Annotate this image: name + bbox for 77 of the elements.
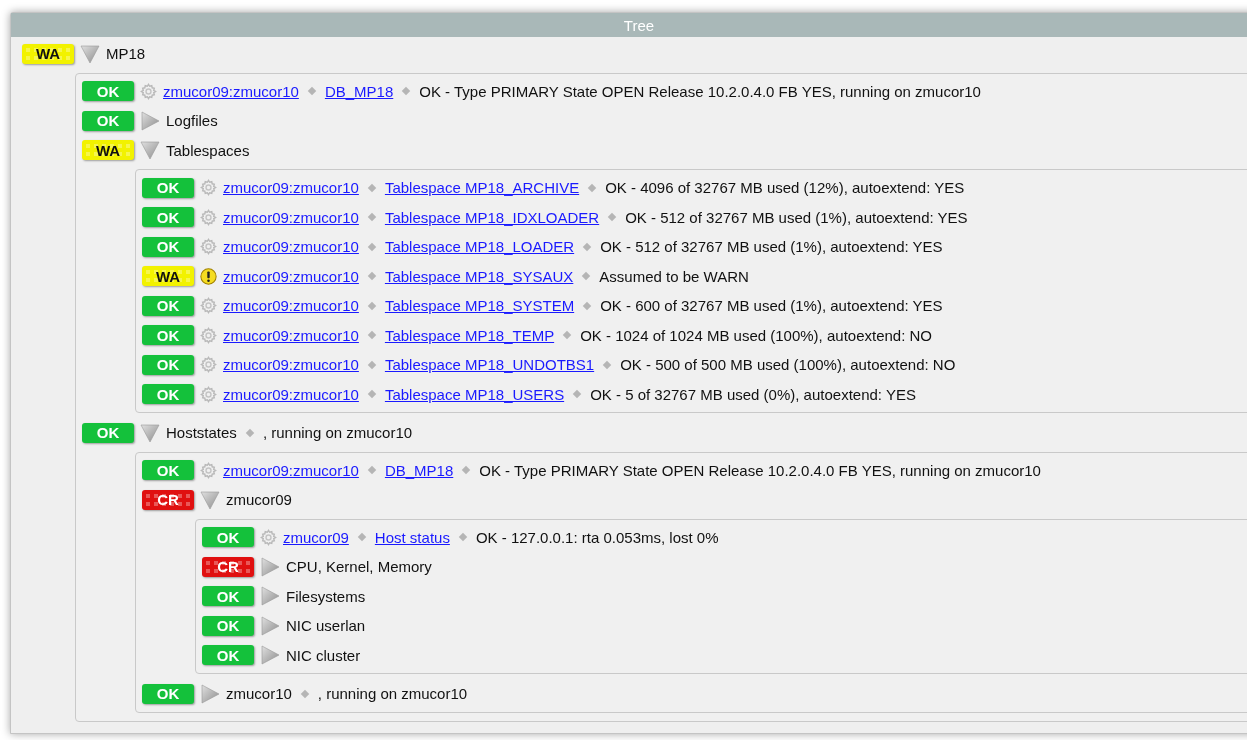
service-output: OK - 512 of 32767 MB used (1%), autoextend: YES [625,208,968,226]
service-output: OK - Type PRIMARY State OPEN Release 10.2.0.4.0 FB YES, running on zmucor10 [419,82,981,100]
group-name[interactable]: Logfiles [166,112,218,130]
service-output: OK - 4096 of 32767 MB used (12%), autoextend: YES [605,179,965,197]
service-output: OK - 1024 of 1024 MB used (100%), autoextend: NO [580,326,932,344]
group-name[interactable]: Tablespaces [166,141,250,159]
status-badge: OK [142,295,194,316]
group-name[interactable]: zmucor10 [226,685,292,703]
service-link[interactable]: Tablespace MP18_UNDOTBS1 [384,356,595,374]
service-output: OK - 5 of 32767 MB used (0%), autoextend: YES [590,385,916,403]
status-badge: OK [202,615,254,636]
triangle-down-icon[interactable] [200,489,220,510]
host-link[interactable]: zmucor09:zmucor10 [223,179,359,197]
group-output: , running on zmucor10 [262,424,413,442]
triangle-right-icon[interactable] [140,110,160,131]
triangle-down-icon[interactable] [140,422,160,443]
group-name[interactable]: MP18 [106,45,146,63]
status-badge: WA [142,266,194,287]
group-name[interactable]: Hoststates [166,424,237,442]
host-link[interactable]: zmucor09:zmucor10 [223,267,359,285]
status-badge: WA [82,140,134,161]
status-badge: OK [82,81,134,102]
service-output: OK - Type PRIMARY State OPEN Release 10.2.0.4.0 FB YES, running on zmucor10 [479,461,1041,479]
service-output: OK - 600 of 32767 MB used (1%), autoextend: YES [600,297,943,315]
status-badge: OK [142,460,194,481]
service-output: OK - 127.0.0.1: rta 0.053ms, lost 0% [475,528,719,546]
service-link[interactable]: Tablespace MP18_SYSAUX [384,267,574,285]
triangle-right-icon[interactable] [260,645,280,666]
triangle-down-icon[interactable] [140,140,160,161]
status-badge: OK [142,177,194,198]
service-link[interactable]: Tablespace MP18_TEMP [384,326,555,344]
group-output: , running on zmucor10 [317,685,468,703]
host-link[interactable]: zmucor09:zmucor10 [223,238,359,256]
service-link[interactable]: Tablespace MP18_ARCHIVE [384,179,580,197]
service-link[interactable]: DB_MP18 [324,82,394,100]
status-badge: OK [202,586,254,607]
status-badge: CR [202,556,254,577]
service-link[interactable]: Tablespace MP18_LOADER [384,238,575,256]
host-link[interactable]: zmucor09:zmucor10 [223,356,359,374]
triangle-down-icon[interactable] [80,43,100,64]
triangle-right-icon[interactable] [200,683,220,704]
group-name[interactable]: CPU, Kernel, Memory [286,558,432,576]
host-link[interactable]: zmucor09:zmucor10 [223,326,359,344]
group-name[interactable]: NIC userlan [286,617,366,635]
service-link[interactable]: DB_MP18 [384,461,454,479]
status-badge: OK [142,325,194,346]
service-link[interactable]: Tablespace MP18_IDXLOADER [384,208,600,226]
status-badge: OK [82,110,134,131]
group-name[interactable]: zmucor09 [226,491,292,509]
group-name[interactable]: Filesystems [286,587,366,605]
host-link[interactable]: zmucor09:zmucor10 [223,461,359,479]
window-title: Tree [11,13,1247,37]
status-badge: OK [142,207,194,228]
service-output: Assumed to be WARN [599,267,749,285]
triangle-right-icon[interactable] [260,556,280,577]
triangle-right-icon[interactable] [260,586,280,607]
service-link[interactable]: Host status [374,528,450,546]
host-link[interactable]: zmucor09:zmucor10 [223,297,359,315]
status-badge: OK [142,354,194,375]
group-name[interactable]: NIC cluster [286,646,361,664]
host-link[interactable]: zmucor09:zmucor10 [223,208,359,226]
host-link[interactable]: zmucor09:zmucor10 [163,82,299,100]
host-link[interactable]: zmucor09:zmucor10 [223,385,359,403]
service-output: OK - 500 of 500 MB used (100%), autoextend: NO [620,356,956,374]
service-link[interactable]: Tablespace MP18_SYSTEM [384,297,575,315]
status-badge: OK [202,645,254,666]
service-output: OK - 512 of 32767 MB used (1%), autoextend: YES [600,238,943,256]
status-badge: OK [82,422,134,443]
status-badge: OK [142,384,194,405]
status-badge: OK [202,527,254,548]
status-badge: WA [22,43,74,64]
service-link[interactable]: Tablespace MP18_USERS [384,385,565,403]
host-link[interactable]: zmucor09 [283,528,349,546]
triangle-right-icon[interactable] [260,615,280,636]
status-badge: OK [142,236,194,257]
status-badge: CR [142,489,194,510]
status-badge: OK [142,683,194,704]
